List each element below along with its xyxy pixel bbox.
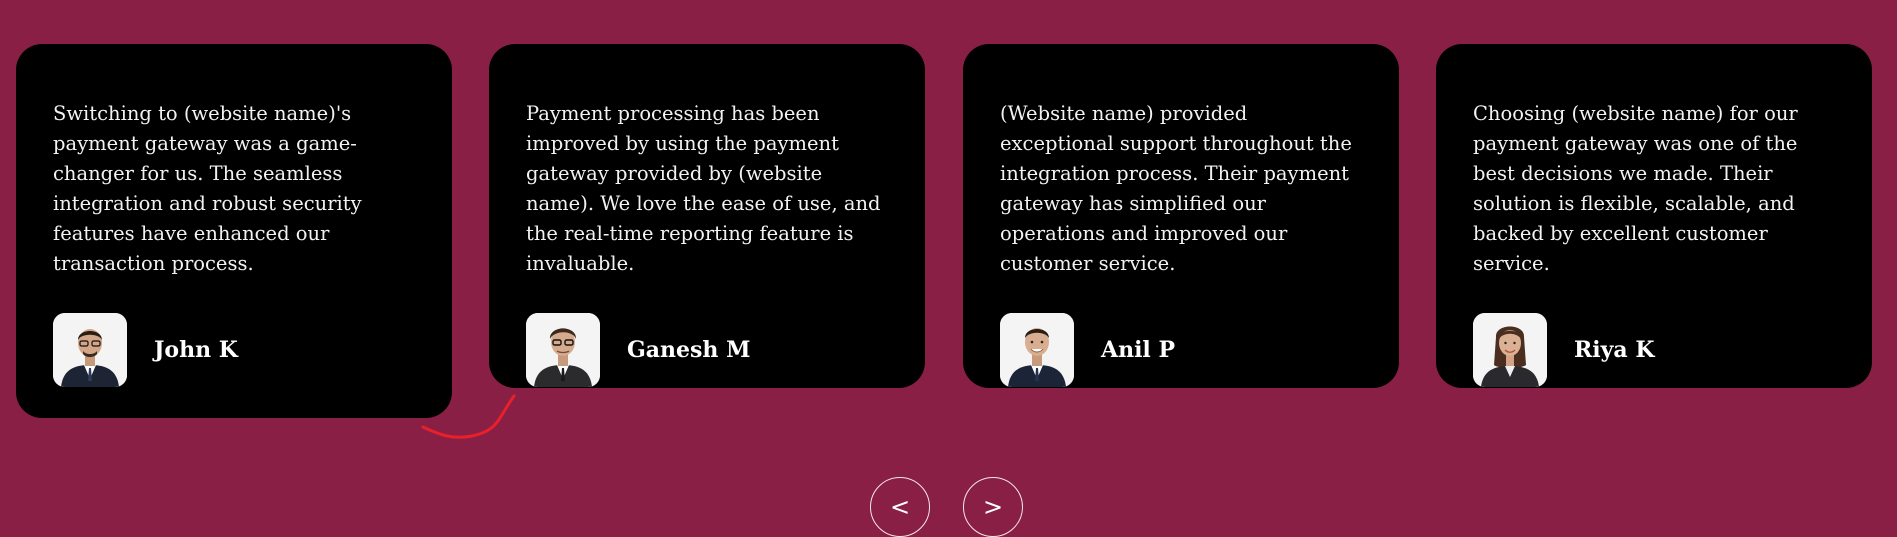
avatar [53, 313, 127, 387]
man-with-glasses-photo-icon [53, 313, 127, 387]
carousel-next-button[interactable]: > [963, 477, 1023, 537]
testimonial-card: Payment processing has been improved by … [489, 44, 925, 388]
red-annotation-stroke-icon [421, 394, 516, 439]
testimonial-author: Ganesh M [526, 313, 888, 387]
testimonial-author: Anil P [1000, 313, 1362, 387]
testimonial-quote: Payment processing has been improved by … [526, 102, 881, 275]
testimonial-quote: (Website name) provided exceptional supp… [1000, 102, 1352, 275]
man-with-glasses-photo-icon [526, 313, 600, 387]
testimonial-quote: Choosing (website name) for our payment … [1473, 102, 1798, 275]
avatar [1473, 313, 1547, 387]
testimonial-card: (Website name) provided exceptional supp… [963, 44, 1399, 388]
testimonial-author: John K [53, 313, 415, 387]
author-name: Anil P [1101, 337, 1175, 363]
author-name: Riya K [1574, 337, 1655, 363]
testimonial-card: Switching to (website name)'s payment ga… [16, 44, 452, 418]
carousel-prev-button[interactable]: < [870, 477, 930, 537]
testimonial-card: Choosing (website name) for our payment … [1436, 44, 1872, 388]
testimonial-quote: Switching to (website name)'s payment ga… [53, 102, 362, 275]
avatar [526, 313, 600, 387]
author-name: John K [154, 337, 238, 363]
man-in-suit-photo-icon [1000, 313, 1074, 387]
woman-in-blazer-photo-icon [1473, 313, 1547, 387]
author-name: Ganesh M [627, 337, 751, 363]
avatar [1000, 313, 1074, 387]
testimonial-author: Riya K [1473, 313, 1835, 387]
